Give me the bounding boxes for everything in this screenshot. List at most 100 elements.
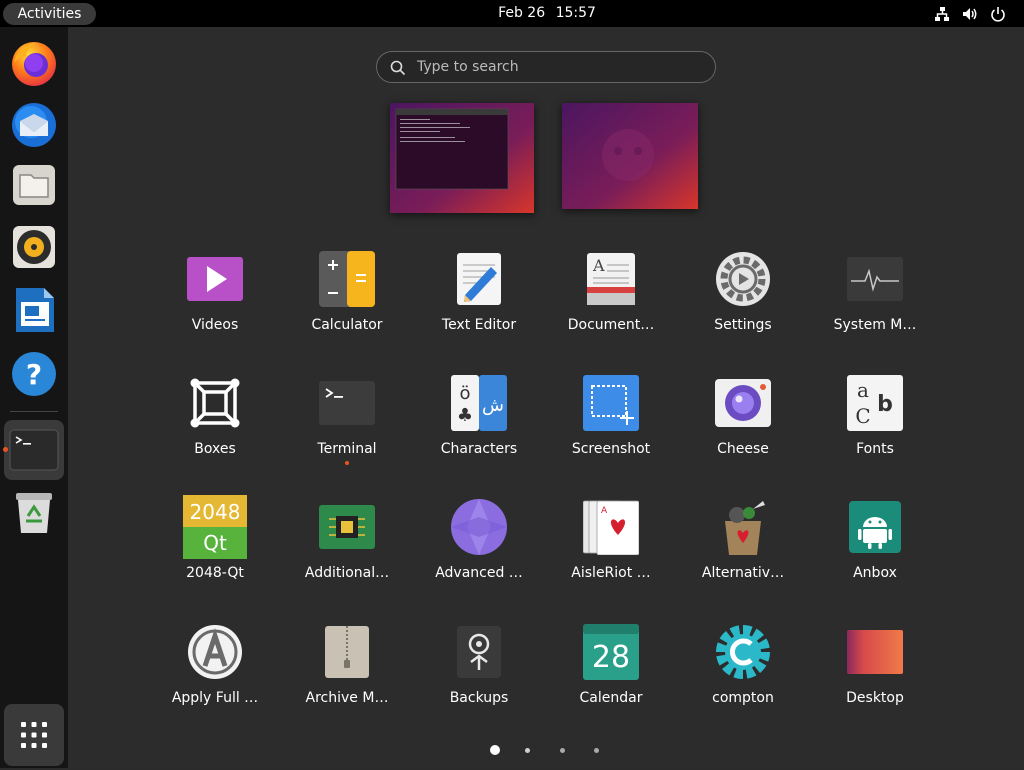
app-label: Terminal [317, 441, 377, 457]
app-label: Archive M… [305, 690, 389, 706]
volume-icon[interactable] [961, 5, 979, 23]
2048-bottom-text: Qt [203, 531, 227, 555]
app-label: System M… [833, 317, 917, 333]
archive-manager-icon [325, 626, 369, 678]
2048-top-text: 2048 [190, 500, 241, 524]
app-anbox[interactable]: Anbox [810, 499, 940, 599]
dock-item-thunderbird[interactable] [4, 94, 64, 154]
page-indicator-1[interactable] [490, 745, 500, 755]
page-indicator-3[interactable] [560, 748, 565, 753]
app-label: Apply Full … [171, 690, 259, 706]
app-label: Desktop [846, 690, 904, 706]
app-label: Calendar [579, 690, 643, 706]
network-icon[interactable] [933, 5, 951, 23]
rhythmbox-icon [13, 226, 55, 268]
app-settings[interactable]: Settings [678, 251, 808, 351]
text-editor-icon [457, 253, 501, 305]
app-backups[interactable]: Backups [414, 624, 544, 724]
alternative-icon [725, 501, 765, 555]
fonts-icon: a b C [847, 375, 903, 431]
app-label: Boxes [194, 441, 236, 457]
screenshot-icon [583, 375, 639, 431]
trash-icon [16, 493, 52, 533]
dock-item-files[interactable] [4, 155, 64, 215]
dock: ? [0, 27, 68, 768]
app-terminal[interactable]: Terminal [282, 375, 412, 475]
app-label: Cheese [717, 441, 769, 457]
page-indicator-2[interactable] [525, 748, 530, 753]
compton-icon [716, 625, 770, 679]
calendar-icon: 28 [583, 624, 639, 680]
calendar-day-number: 28 [592, 640, 630, 675]
power-icon[interactable] [989, 5, 1007, 23]
app-archive-manager[interactable]: Archive M… [282, 624, 412, 724]
app-label: Backups [449, 690, 509, 706]
app-alternative[interactable]: Alternativ… [678, 499, 808, 599]
dock-item-terminal[interactable] [4, 420, 64, 480]
app-document-viewer[interactable]: A Document… [546, 251, 676, 351]
additional-drivers-icon [319, 505, 375, 549]
terminal-icon [319, 381, 375, 425]
characters-arabic-glyph: ش [482, 395, 504, 416]
app-characters[interactable]: ö ♣ ش Characters [414, 375, 544, 475]
app-label: Settings [714, 317, 772, 333]
dock-item-help[interactable]: ? [4, 342, 64, 402]
app-calendar[interactable]: 28 Calendar [546, 624, 676, 724]
app-compton[interactable]: compton [678, 624, 808, 724]
app-cheese[interactable]: Cheese [678, 375, 808, 475]
activities-button[interactable]: Activities [3, 3, 96, 25]
workspace-thumbnail-1[interactable] [390, 103, 534, 213]
clock-date: Feb 26 [498, 5, 546, 21]
clock[interactable]: Feb 26 15:57 [440, 0, 654, 27]
dock-item-firefox[interactable] [4, 33, 64, 93]
boxes-icon [190, 378, 240, 428]
show-applications-button[interactable] [4, 704, 64, 766]
app-boxes[interactable]: Boxes [150, 375, 280, 475]
videos-icon [187, 257, 243, 301]
calculator-icon [319, 251, 375, 307]
anbox-icon [849, 501, 901, 553]
help-icon: ? [12, 352, 56, 396]
app-advanced[interactable]: Advanced … [414, 499, 544, 599]
2048-icon: 2048 Qt [183, 495, 247, 559]
app-label: Anbox [853, 565, 897, 581]
app-apply-full-upgrade[interactable]: Apply Full … [150, 624, 280, 724]
dock-item-trash[interactable] [4, 483, 64, 543]
search-input[interactable] [417, 56, 697, 78]
app-system-monitor[interactable]: System M… [810, 251, 940, 351]
fonts-glyph-c: C [855, 404, 870, 428]
terminal-icon [9, 429, 59, 471]
dock-item-libreoffice-writer[interactable] [4, 280, 64, 340]
dock-separator [10, 411, 58, 412]
svg-text:A: A [601, 506, 608, 516]
search-box[interactable] [376, 51, 716, 83]
app-label: Advanced … [435, 565, 523, 581]
workspace-2-preview [562, 103, 698, 209]
writer-icon [16, 288, 54, 332]
app-label: 2048-Qt [186, 565, 244, 581]
svg-text:♣: ♣ [457, 405, 473, 426]
thunderbird-icon [12, 103, 56, 147]
files-icon [13, 165, 55, 205]
app-videos[interactable]: Videos [150, 251, 280, 351]
app-2048-qt[interactable]: 2048 Qt 2048-Qt [150, 495, 280, 599]
app-screenshot[interactable]: Screenshot [546, 375, 676, 475]
characters-icon: ö ♣ ش [451, 375, 507, 431]
firefox-icon [12, 42, 56, 86]
app-calculator[interactable]: Calculator [282, 251, 412, 351]
search-icon [390, 60, 406, 76]
running-indicator [345, 461, 349, 465]
running-indicator [3, 447, 8, 452]
fonts-glyph-b: b [877, 392, 893, 417]
advanced-icon [451, 499, 507, 555]
app-aisleriot[interactable]: A AisleRiot … [546, 499, 676, 599]
page-indicator-4[interactable] [594, 748, 599, 753]
characters-latin-glyph: ö [459, 383, 470, 404]
app-desktop[interactable]: Desktop [810, 624, 940, 724]
app-label: Additional… [304, 565, 390, 581]
app-fonts[interactable]: a b C Fonts [810, 375, 940, 475]
dock-item-rhythmbox[interactable] [4, 217, 64, 277]
app-text-editor[interactable]: Text Editor [414, 251, 544, 351]
app-additional-drivers[interactable]: Additional… [282, 499, 412, 599]
workspace-thumbnail-2[interactable] [562, 103, 698, 209]
